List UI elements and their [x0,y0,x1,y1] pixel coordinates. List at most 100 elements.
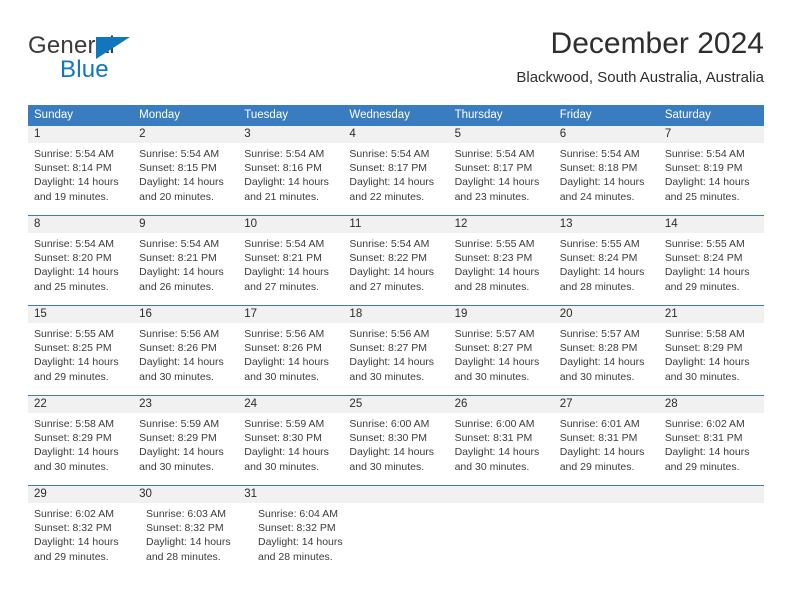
day-number[interactable]: 30 [133,486,238,503]
day-cell[interactable]: Sunrise: 5:54 AM Sunset: 8:22 PM Dayligh… [343,233,448,305]
week-day-number-band: 29 30 31 [28,486,764,503]
daylight-text-line1: Daylight: 14 hours [559,266,645,279]
day-number[interactable]: 11 [343,216,448,233]
day-cell[interactable]: Sunrise: 5:55 AM Sunset: 8:24 PM Dayligh… [554,233,659,305]
sunrise-text: Sunrise: 5:54 AM [349,238,430,250]
day-cell[interactable]: Sunrise: 5:54 AM Sunset: 8:21 PM Dayligh… [133,233,238,305]
day-cell[interactable]: Sunrise: 5:54 AM Sunset: 8:16 PM Dayligh… [238,143,343,215]
day-number[interactable]: 3 [238,126,343,143]
day-number[interactable]: 16 [133,306,238,323]
day-cell[interactable]: Sunrise: 5:54 AM Sunset: 8:20 PM Dayligh… [28,233,133,305]
day-number[interactable]: 7 [659,126,764,143]
day-number[interactable]: 18 [343,306,448,323]
day-number[interactable]: 15 [28,306,133,323]
daylight-text-line2: and 29 minutes. [559,460,635,473]
day-cell[interactable]: Sunrise: 6:04 AM Sunset: 8:32 PM Dayligh… [252,503,364,575]
day-number[interactable]: 9 [133,216,238,233]
day-number-empty [449,486,554,503]
day-number[interactable]: 2 [133,126,238,143]
day-number[interactable]: 23 [133,396,238,413]
sunset-text: Sunset: 8:26 PM [139,342,217,355]
day-number[interactable]: 28 [659,396,764,413]
daylight-text-line2: and 30 minutes. [349,370,425,383]
day-cell-empty [464,503,564,575]
day-cell[interactable]: Sunrise: 5:56 AM Sunset: 8:26 PM Dayligh… [133,323,238,395]
day-cell[interactable]: Sunrise: 6:01 AM Sunset: 8:31 PM Dayligh… [554,413,659,485]
day-number[interactable]: 12 [449,216,554,233]
daylight-text-line2: and 28 minutes. [454,280,530,293]
daylight-text-line1: Daylight: 14 hours [559,356,645,369]
day-cell[interactable]: Sunrise: 5:54 AM Sunset: 8:17 PM Dayligh… [449,143,554,215]
day-cell[interactable]: Sunrise: 5:54 AM Sunset: 8:14 PM Dayligh… [28,143,133,215]
day-cell[interactable]: Sunrise: 6:03 AM Sunset: 8:32 PM Dayligh… [140,503,252,575]
day-number[interactable]: 13 [554,216,659,233]
daylight-text-line1: Daylight: 14 hours [454,266,540,279]
daylight-text-line2: and 20 minutes. [139,190,214,203]
day-number[interactable]: 31 [238,486,343,503]
daylight-text-line2: and 28 minutes. [258,550,333,563]
day-cell[interactable]: Sunrise: 6:02 AM Sunset: 8:32 PM Dayligh… [28,503,140,575]
sunrise-text: Sunrise: 6:03 AM [146,508,226,520]
sunrise-text: Sunrise: 5:54 AM [139,148,220,160]
day-cell[interactable]: Sunrise: 5:54 AM Sunset: 8:19 PM Dayligh… [659,143,764,215]
sunset-text: Sunset: 8:20 PM [34,252,112,265]
day-cell[interactable]: Sunrise: 5:55 AM Sunset: 8:24 PM Dayligh… [659,233,764,305]
day-number[interactable]: 21 [659,306,764,323]
day-number[interactable]: 19 [449,306,554,323]
day-number[interactable]: 1 [28,126,133,143]
day-cell[interactable]: Sunrise: 5:57 AM Sunset: 8:27 PM Dayligh… [449,323,554,395]
day-number[interactable]: 25 [343,396,448,413]
sunset-text: Sunset: 8:22 PM [349,252,428,265]
sunset-text: Sunset: 8:32 PM [258,522,336,535]
day-cell[interactable]: Sunrise: 5:54 AM Sunset: 8:18 PM Dayligh… [554,143,659,215]
day-cell[interactable]: Sunrise: 5:55 AM Sunset: 8:25 PM Dayligh… [28,323,133,395]
day-number[interactable]: 5 [449,126,554,143]
sunset-text: Sunset: 8:21 PM [139,252,217,265]
day-number[interactable]: 29 [28,486,133,503]
weekday-header-monday: Monday [139,109,181,121]
daylight-text-line2: and 26 minutes. [139,280,214,293]
day-cell[interactable]: Sunrise: 5:56 AM Sunset: 8:27 PM Dayligh… [343,323,448,395]
sunset-text: Sunset: 8:15 PM [139,162,217,175]
day-cell[interactable]: Sunrise: 6:00 AM Sunset: 8:31 PM Dayligh… [449,413,554,485]
sunrise-text: Sunrise: 5:58 AM [34,418,114,430]
day-number[interactable]: 26 [449,396,554,413]
sunset-text: Sunset: 8:17 PM [454,162,533,175]
day-number[interactable]: 22 [28,396,133,413]
sunrise-text: Sunrise: 5:59 AM [139,418,220,430]
day-cell[interactable]: Sunrise: 6:02 AM Sunset: 8:31 PM Dayligh… [659,413,764,485]
daylight-text-line2: and 29 minutes. [664,280,740,293]
day-cell[interactable]: Sunrise: 5:54 AM Sunset: 8:15 PM Dayligh… [133,143,238,215]
week-row: 29 30 31 Sunrise: 6:02 AM Sunset: 8:32 P… [28,486,764,575]
day-cell[interactable]: Sunrise: 5:54 AM Sunset: 8:17 PM Dayligh… [343,143,448,215]
day-cell[interactable]: Sunrise: 5:58 AM Sunset: 8:29 PM Dayligh… [28,413,133,485]
day-number[interactable]: 20 [554,306,659,323]
day-number[interactable]: 6 [554,126,659,143]
daylight-text-line2: and 27 minutes. [244,280,319,293]
day-number[interactable]: 17 [238,306,343,323]
daylight-text-line2: and 30 minutes. [664,370,740,383]
day-cell[interactable]: Sunrise: 5:57 AM Sunset: 8:28 PM Dayligh… [554,323,659,395]
location-subtitle: Blackwood, South Australia, Australia [516,69,764,86]
day-cell[interactable]: Sunrise: 5:55 AM Sunset: 8:23 PM Dayligh… [449,233,554,305]
day-number[interactable]: 27 [554,396,659,413]
day-cell[interactable]: Sunrise: 5:59 AM Sunset: 8:29 PM Dayligh… [133,413,238,485]
day-cell[interactable]: Sunrise: 5:56 AM Sunset: 8:26 PM Dayligh… [238,323,343,395]
day-cell[interactable]: Sunrise: 5:59 AM Sunset: 8:30 PM Dayligh… [238,413,343,485]
day-number[interactable]: 10 [238,216,343,233]
day-cell[interactable]: Sunrise: 5:54 AM Sunset: 8:21 PM Dayligh… [238,233,343,305]
daylight-text-line2: and 29 minutes. [664,460,740,473]
day-number[interactable]: 14 [659,216,764,233]
daylight-text-line1: Daylight: 14 hours [34,356,119,369]
day-cell[interactable]: Sunrise: 5:58 AM Sunset: 8:29 PM Dayligh… [659,323,764,395]
sunset-text: Sunset: 8:17 PM [349,162,428,175]
day-number[interactable]: 4 [343,126,448,143]
sunrise-text: Sunrise: 5:55 AM [34,328,114,340]
sunset-text: Sunset: 8:31 PM [664,432,743,445]
day-number[interactable]: 8 [28,216,133,233]
sunset-text: Sunset: 8:32 PM [34,522,112,535]
sunrise-text: Sunrise: 5:57 AM [454,328,535,340]
daylight-text-line1: Daylight: 14 hours [349,176,435,189]
day-number[interactable]: 24 [238,396,343,413]
day-cell[interactable]: Sunrise: 6:00 AM Sunset: 8:30 PM Dayligh… [343,413,448,485]
